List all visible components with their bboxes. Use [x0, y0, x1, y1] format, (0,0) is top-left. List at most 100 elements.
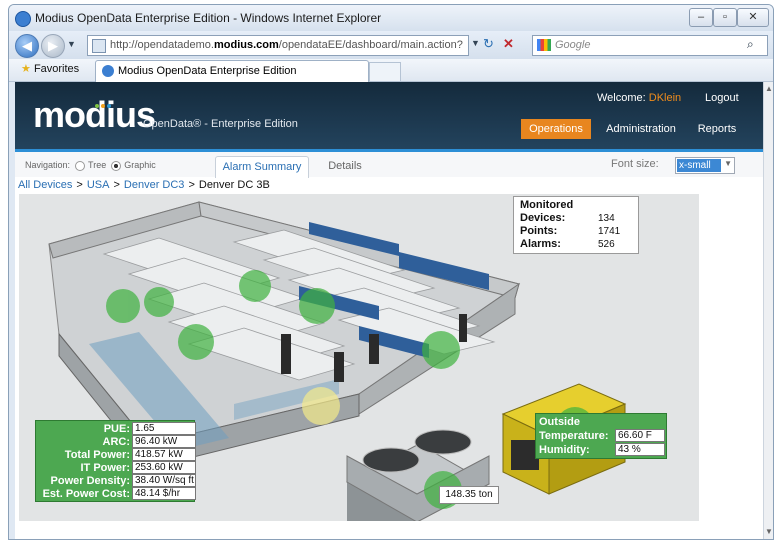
close-window-button[interactable]: ✕	[737, 8, 769, 27]
logo-subtitle: OpenData® - Enterprise Edition	[143, 118, 298, 130]
outside-conditions-panel: Outside Temperature: 66.60 F Humidity: 4…	[535, 413, 667, 459]
window-title: Modius OpenData Enterprise Edition - Win…	[35, 11, 382, 25]
favorites-button[interactable]: ★ Favorites	[21, 62, 79, 75]
total-power-label: Total Power:	[64, 449, 130, 461]
font-size-label: Font size:	[611, 158, 659, 170]
page-content: modius OpenData® - Enterprise Edition We…	[15, 82, 763, 539]
graphic-radio[interactable]	[111, 160, 122, 171]
breadcrumb-separator: >	[113, 179, 120, 191]
forward-button[interactable]: ▶	[41, 34, 65, 58]
humidity-value: 43 %	[615, 443, 665, 456]
logo-dot	[101, 104, 105, 108]
nav-operations[interactable]: Operations	[521, 119, 591, 139]
nav-administration[interactable]: Administration	[601, 119, 681, 139]
font-size-value: x-small	[677, 159, 721, 172]
breadcrumb-separator: >	[188, 179, 195, 191]
favorites-bar: ★ Favorites Modius OpenData Enterprise E…	[9, 59, 773, 82]
username[interactable]: DKlein	[649, 92, 681, 104]
it-power-value: 253.60 kW	[132, 461, 196, 474]
alarms-label: Alarms:	[520, 238, 561, 250]
google-logo-icon	[537, 39, 551, 51]
maximize-button[interactable]: ▫	[713, 8, 737, 27]
logo-dots	[95, 95, 113, 113]
chiller-fan	[414, 429, 472, 455]
alarms-value: 526	[598, 239, 615, 250]
page-icon	[92, 39, 106, 53]
search-icon[interactable]: ⌕	[747, 37, 754, 52]
total-power-value: 418.57 kW	[132, 448, 196, 461]
tab-title: Modius OpenData Enterprise Edition	[118, 65, 297, 77]
stop-icon[interactable]: ✕	[503, 36, 514, 52]
points-label: Points:	[520, 225, 558, 237]
ie-tab-icon	[102, 65, 114, 77]
temperature-label: Temperature:	[539, 430, 609, 442]
humidity-label: Humidity:	[539, 444, 590, 456]
url-host: modius.com	[213, 39, 279, 51]
breadcrumb-all-devices[interactable]: All Devices	[18, 179, 72, 191]
arc-value: 96.40 kW	[132, 435, 196, 448]
welcome-text: Welcome: DKlein	[597, 92, 681, 104]
new-tab-button[interactable]	[369, 62, 401, 81]
nav-reports[interactable]: Reports	[691, 119, 743, 139]
breadcrumb-current: Denver DC 3B	[198, 179, 270, 191]
scroll-up-icon[interactable]: ▲	[765, 84, 773, 94]
refresh-icon[interactable]: ↻	[483, 36, 494, 52]
chiller-tonnage: 148.35 ton	[439, 486, 499, 504]
welcome-label: Welcome:	[597, 92, 649, 104]
url-prefix: http://opendatademo.	[110, 39, 214, 51]
it-power-label: IT Power:	[80, 462, 130, 474]
breadcrumb-denver-dc3[interactable]: Denver DC3	[124, 179, 185, 191]
power-density-label: Power Density:	[50, 475, 130, 487]
navigation-options: Navigation: Tree Graphic	[25, 160, 156, 171]
address-bar-row: ◀ ▶ ▼ http://opendatademo.modius.com/ope…	[9, 31, 773, 70]
address-dropdown-icon[interactable]: ▼	[471, 38, 480, 48]
minimize-button[interactable]: –	[689, 8, 713, 27]
recent-pages-dropdown-icon[interactable]: ▼	[67, 39, 76, 49]
scroll-down-icon[interactable]: ▼	[765, 527, 773, 537]
breadcrumb: All Devices > USA > Denver DC3 > Denver DC 3B	[18, 179, 270, 191]
modius-logo: modius	[33, 94, 156, 135]
datacenter-floorplan: Monitored Devices: 134 Points: 1741 Alar…	[19, 194, 699, 521]
power-cost-label: Est. Power Cost:	[42, 488, 130, 500]
search-placeholder: Google	[555, 39, 591, 51]
logo-dot	[107, 104, 111, 108]
tree-label: Tree	[88, 160, 107, 170]
search-input[interactable]: Google	[532, 35, 768, 56]
browser-tab[interactable]: Modius OpenData Enterprise Edition	[95, 60, 369, 82]
devices-label: Devices:	[520, 212, 566, 224]
power-cost-value: 48.14 $/hr	[132, 487, 196, 500]
breadcrumb-separator: >	[76, 179, 83, 191]
view-toolbar: Navigation: Tree Graphic Alarm Summary Det…	[15, 152, 763, 178]
power-metrics-panel: PUE: 1.65 ARC: 96.40 kW Total Power: 418…	[35, 420, 196, 502]
app-header: modius OpenData® - Enterprise Edition We…	[15, 82, 763, 149]
temperature-value: 66.60 F	[615, 429, 665, 442]
tree-radio[interactable]	[75, 160, 86, 171]
pue-label: PUE:	[103, 423, 130, 435]
monitored-summary-panel: Monitored Devices: 134 Points: 1741 Alar…	[513, 196, 639, 254]
browser-window: Modius OpenData Enterprise Edition - Win…	[8, 4, 774, 540]
font-size-select[interactable]: x-small ▼	[675, 157, 735, 174]
title-bar: Modius OpenData Enterprise Edition - Win…	[9, 5, 773, 31]
arc-label: ARC:	[102, 436, 131, 448]
breadcrumb-usa[interactable]: USA	[87, 179, 110, 191]
vertical-scrollbar[interactable]: ▲ ▼	[763, 82, 773, 539]
ie-logo-icon	[15, 11, 31, 27]
navigation-label: Navigation:	[25, 160, 71, 170]
star-icon: ★	[21, 63, 31, 75]
points-value: 1741	[598, 226, 621, 237]
pue-value: 1.65	[132, 422, 196, 435]
monitored-title: Monitored	[520, 199, 574, 211]
graphic-label: Graphic	[124, 160, 156, 170]
logo-dot	[95, 104, 99, 108]
logout-link[interactable]: Logout	[705, 92, 739, 104]
outside-title: Outside	[539, 416, 580, 428]
address-input[interactable]: http://opendatademo.modius.com/opendataE…	[87, 35, 469, 70]
tab-alarm-summary[interactable]: Alarm Summary	[215, 156, 309, 178]
back-button[interactable]: ◀	[15, 34, 39, 58]
chevron-down-icon: ▼	[724, 159, 732, 168]
tab-details[interactable]: Details	[315, 156, 375, 177]
power-density-value: 38.40 W/sq ft	[132, 474, 196, 487]
devices-value: 134	[598, 213, 615, 224]
favorites-label: Favorites	[33, 63, 80, 75]
chiller-fan	[362, 447, 420, 473]
